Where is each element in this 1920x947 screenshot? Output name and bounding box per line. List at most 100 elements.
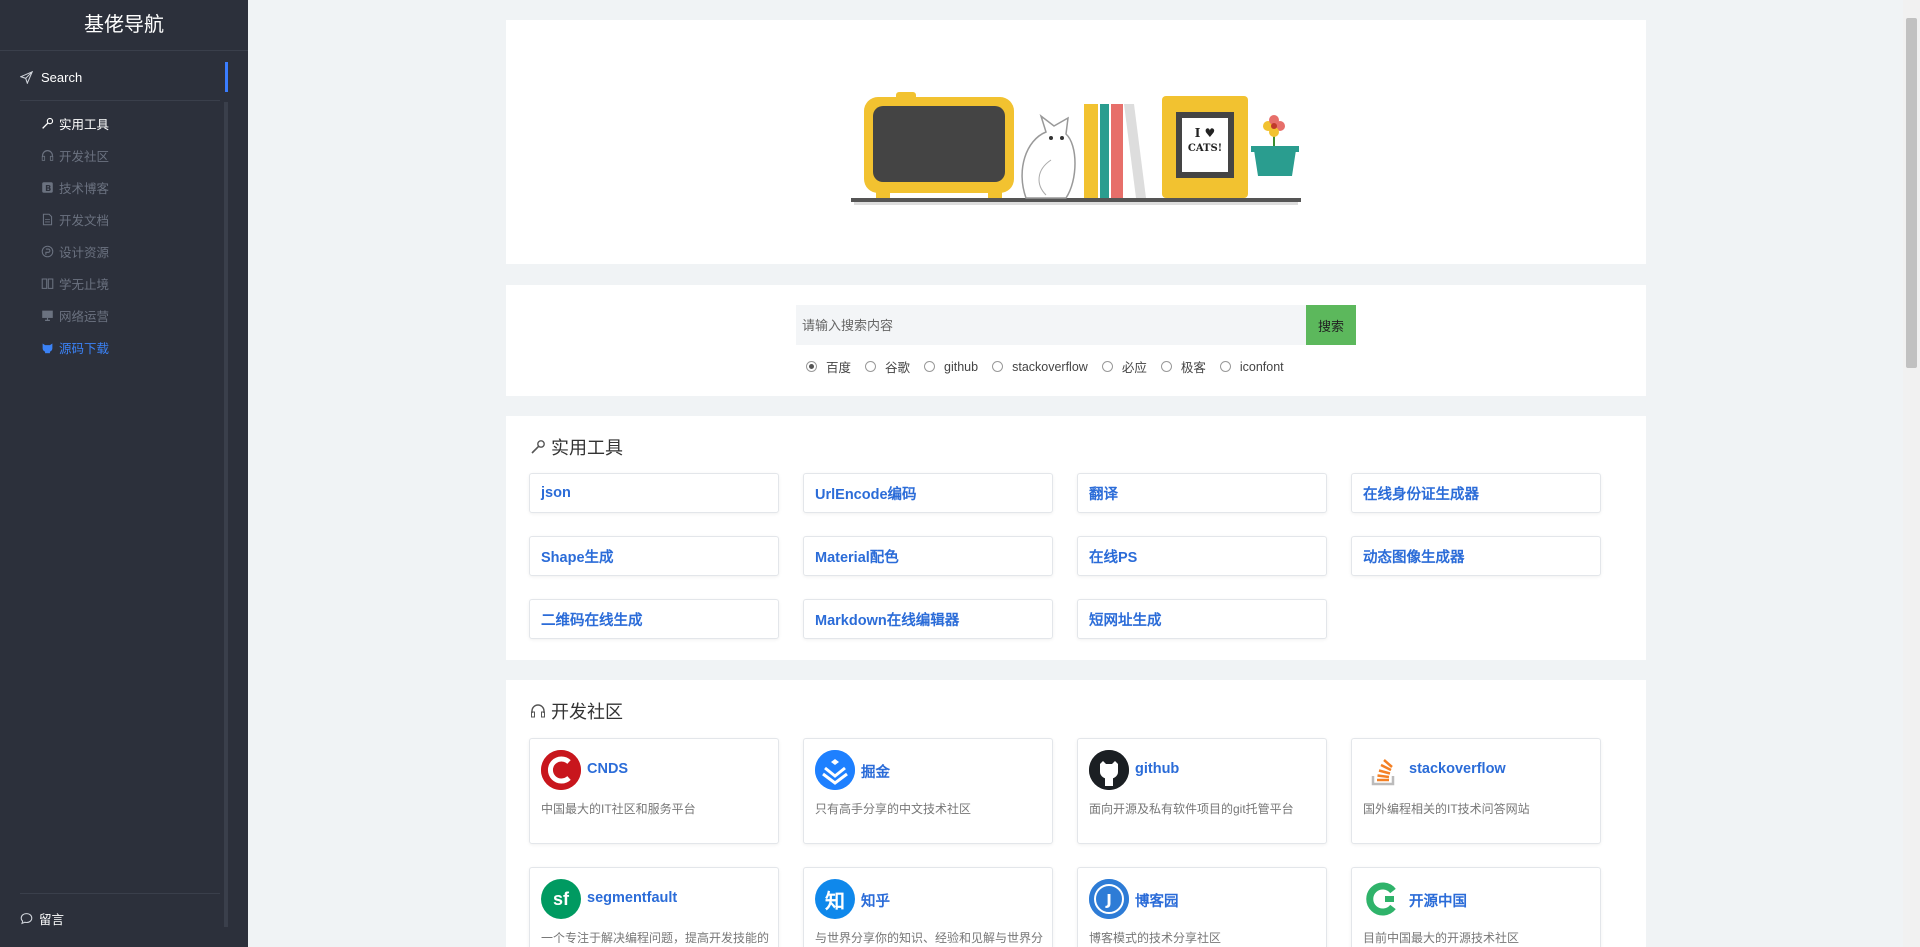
site-desc: 面向开源及私有软件项目的git托管平台	[1089, 802, 1294, 816]
banner: I ♥ CATS!	[506, 20, 1646, 264]
site-logo[interactable]: 基佬导航	[0, 0, 248, 51]
tool-card[interactable]: Markdown在线编辑器	[803, 599, 1053, 639]
site-name: github	[1135, 761, 1180, 777]
site-name: 博客园	[1135, 894, 1179, 910]
engine-label: 谷歌	[885, 361, 911, 375]
engine-option-google[interactable]: 谷歌	[865, 357, 910, 376]
radio-icon[interactable]	[924, 361, 936, 372]
search-input[interactable]	[796, 305, 1306, 345]
engine-label: iconfont	[1239, 359, 1284, 374]
sidebar-item-docs[interactable]: 开发文档	[40, 203, 220, 235]
sidebar-search[interactable]: Search	[0, 62, 228, 92]
site-name: stackoverflow	[1409, 761, 1506, 777]
search-button[interactable]: 搜索	[1306, 305, 1356, 345]
sidebar-item-label: 技术博客	[59, 181, 110, 196]
site-card-cnds[interactable]: CNDS 中国最大的IT社区和服务平台	[529, 738, 779, 844]
site-card-oschina[interactable]: 开源中国 目前中国最大的开源技术社区	[1351, 867, 1601, 947]
engine-option-baidu[interactable]: 百度	[806, 357, 851, 376]
page-scrollbar-thumb[interactable]	[1906, 18, 1917, 368]
engine-label: 必应	[1121, 361, 1147, 375]
engine-label: stackoverflow	[1012, 359, 1088, 374]
svg-text:J: J	[1105, 891, 1112, 909]
site-card-juejin[interactable]: 掘金 只有高手分享的中文技术社区	[803, 738, 1053, 844]
tools-section: 实用工具 json UrlEncode编码 翻译 在线身份证生成器 Shape生…	[506, 416, 1646, 660]
radio-icon[interactable]	[1160, 361, 1172, 372]
cats-sign-line1: I ♥	[1195, 126, 1216, 140]
section-title-text: 开发社区	[551, 702, 623, 722]
engine-label: 极客	[1180, 361, 1206, 375]
paper-plane-icon	[20, 70, 33, 84]
tool-card[interactable]: 在线身份证生成器	[1351, 473, 1601, 513]
sidebar-item-label: 网络运营	[59, 309, 110, 324]
sidebar-item-learning[interactable]: 学无止境	[40, 267, 220, 299]
engine-option-stackoverflow[interactable]: stackoverflow	[992, 357, 1088, 376]
sidebar-item-operations[interactable]: 网络运营	[40, 299, 220, 331]
cat-shelf-illustration: I ♥ CATS!	[851, 92, 1301, 205]
search-engine-options: 百度 谷歌 github stackoverflow 必应 极客 iconfon…	[806, 357, 1298, 376]
sidebar-item-blogs[interactable]: B 技术博客	[40, 171, 220, 203]
site-desc: 只有高手分享的中文技术社区	[815, 802, 972, 816]
sidebar-divider	[20, 100, 220, 101]
sidebar-message[interactable]: 留言	[20, 909, 64, 928]
site-card-zhihu[interactable]: 知 知乎 与世界分享你的知识、经验和见解与世界分	[803, 867, 1053, 947]
headset-icon	[531, 704, 545, 718]
cnds-logo-icon	[541, 750, 581, 790]
wrench-icon	[40, 116, 54, 130]
site-desc: 一个专注于解决编程问题，提高开发技能的	[541, 931, 770, 945]
engine-option-bing[interactable]: 必应	[1101, 357, 1147, 376]
sidebar-scrollbar[interactable]	[224, 102, 228, 927]
tool-card[interactable]: json	[529, 473, 779, 513]
radio-icon[interactable]	[1101, 361, 1113, 372]
tool-card[interactable]: 二维码在线生成	[529, 599, 779, 639]
site-name: 掘金	[861, 765, 890, 781]
cats-sign-line2: CATS!	[1188, 143, 1222, 154]
engine-label: 百度	[826, 361, 852, 375]
blog-icon: B	[40, 180, 54, 194]
svg-text:B: B	[45, 182, 51, 192]
radio-icon[interactable]	[865, 361, 877, 372]
headset-icon	[40, 148, 54, 162]
site-desc: 国外编程相关的IT技术问答网站	[1363, 802, 1530, 816]
site-name: 开源中国	[1409, 894, 1467, 910]
sidebar: 基佬导航 Search 实用工具 开发社区 B 技术博客 开发文档 设计资源 学…	[0, 0, 248, 947]
book-icon	[40, 276, 54, 290]
sidebar-item-source-download[interactable]: 源码下载	[40, 331, 220, 363]
section-title: 实用工具	[530, 434, 623, 460]
engine-option-github[interactable]: github	[924, 357, 978, 376]
tool-card[interactable]: 短网址生成	[1077, 599, 1327, 639]
site-card-stackoverflow[interactable]: stackoverflow 国外编程相关的IT技术问答网站	[1351, 738, 1601, 844]
site-desc: 目前中国最大的开源技术社区	[1363, 931, 1520, 945]
engine-option-geek[interactable]: 极客	[1160, 357, 1206, 376]
sidebar-item-tools[interactable]: 实用工具	[40, 107, 220, 139]
site-desc: 博客模式的技术分享社区	[1089, 931, 1222, 945]
site-card-github[interactable]: github 面向开源及私有软件项目的git托管平台	[1077, 738, 1327, 844]
engine-option-iconfont[interactable]: iconfont	[1219, 357, 1284, 376]
tool-card[interactable]: Material配色	[803, 536, 1053, 576]
site-name: CNDS	[587, 761, 629, 777]
radio-icon[interactable]	[806, 361, 817, 372]
segmentfault-logo-icon: sf	[541, 879, 581, 919]
sidebar-item-label: 实用工具	[59, 117, 110, 132]
site-card-segmentfault[interactable]: sf segmentfault 一个专注于解决编程问题，提高开发技能的	[529, 867, 779, 947]
tool-card[interactable]: 动态图像生成器	[1351, 536, 1601, 576]
tool-card[interactable]: 在线PS	[1077, 536, 1327, 576]
sidebar-bottom-divider	[20, 893, 220, 894]
cnblogs-logo-icon: J	[1089, 879, 1129, 919]
document-icon	[40, 212, 54, 226]
sidebar-nav: 实用工具 开发社区 B 技术博客 开发文档 设计资源 学无止境 网络运营 源码下	[40, 107, 220, 363]
site-name: 知乎	[861, 894, 890, 910]
design-icon	[40, 244, 54, 258]
radio-icon[interactable]	[992, 361, 1004, 372]
site-desc: 中国最大的IT社区和服务平台	[541, 802, 696, 816]
sidebar-item-label: 学无止境	[59, 277, 110, 292]
tool-card[interactable]: UrlEncode编码	[803, 473, 1053, 513]
tool-card[interactable]: Shape生成	[529, 536, 779, 576]
sidebar-item-community[interactable]: 开发社区	[40, 139, 220, 171]
section-title: 开发社区	[530, 698, 623, 724]
site-card-cnblogs[interactable]: J 博客园 博客模式的技术分享社区	[1077, 867, 1327, 947]
sidebar-item-design[interactable]: 设计资源	[40, 235, 220, 267]
github-logo-icon	[1089, 750, 1129, 790]
radio-icon[interactable]	[1219, 361, 1231, 372]
tool-card[interactable]: 翻译	[1077, 473, 1327, 513]
sidebar-item-label: 开发文档	[59, 213, 110, 228]
